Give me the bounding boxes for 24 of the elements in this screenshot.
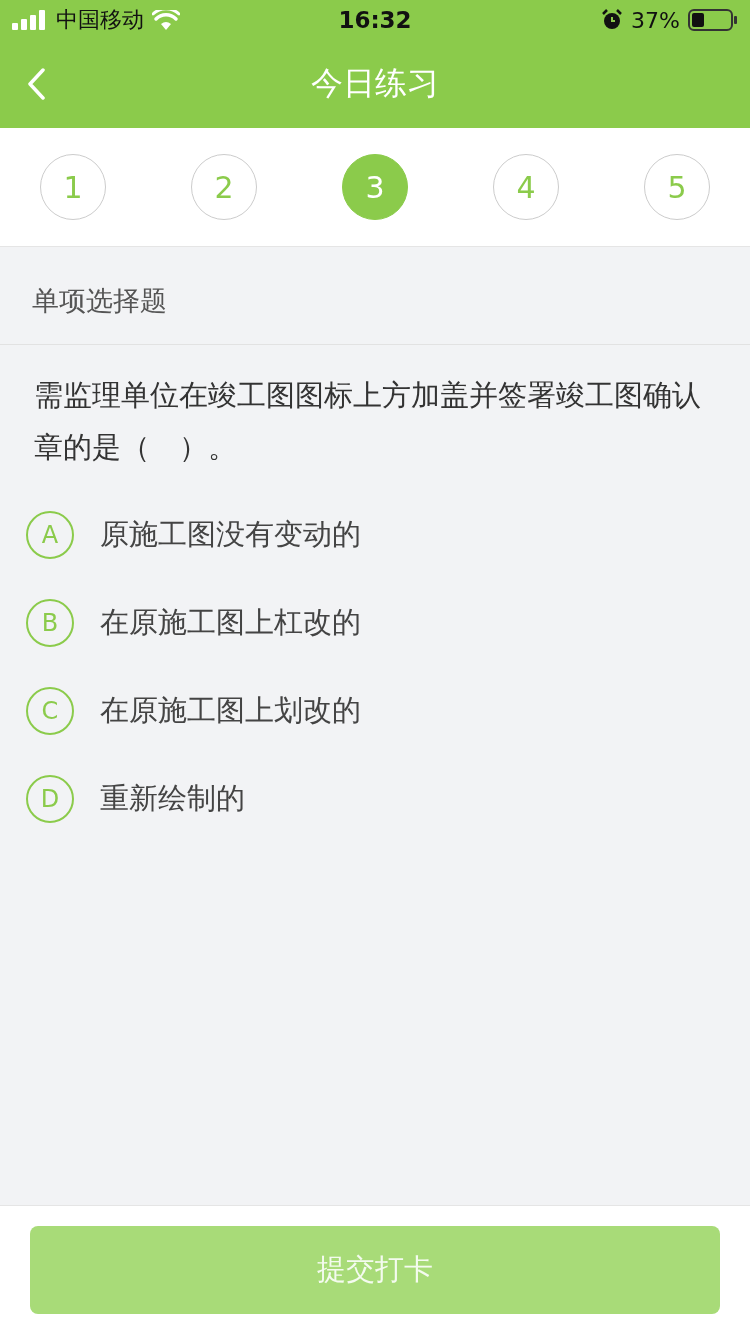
battery-icon	[688, 9, 738, 31]
option-letter[interactable]: C	[26, 687, 74, 735]
battery-percent: 37%	[631, 7, 680, 33]
question-number-tab[interactable]: 5	[644, 154, 710, 220]
page-title: 今日练习	[311, 63, 439, 104]
alarm-clock-icon	[601, 9, 624, 31]
question-number-tab[interactable]: 3	[342, 154, 408, 220]
question-text: 需监理单位在竣工图图标上方加盖并签署竣工图确认章的是（ ）。	[33, 377, 702, 466]
status-time: 16:32	[338, 7, 412, 33]
option-text[interactable]: 在原施工图上划改的	[100, 691, 361, 731]
question-type-label: 单项选择题	[0, 247, 750, 345]
wifi-icon	[152, 10, 180, 30]
option-letter[interactable]: A	[26, 511, 74, 559]
option-letter[interactable]: D	[26, 775, 74, 823]
question-number-tab[interactable]: 4	[493, 154, 559, 220]
chevron-left-icon	[26, 68, 46, 100]
option-text[interactable]: 原施工图没有变动的	[100, 515, 361, 555]
option-letter[interactable]: B	[26, 599, 74, 647]
question-number-tab[interactable]: 1	[40, 154, 106, 220]
carrier-name: 中国移动	[56, 6, 144, 34]
option-text[interactable]: 在原施工图上杠改的	[100, 603, 361, 643]
option-text[interactable]: 重新绘制的	[100, 779, 245, 819]
signal-icon	[12, 10, 48, 30]
question-number-tab[interactable]: 2	[191, 154, 257, 220]
